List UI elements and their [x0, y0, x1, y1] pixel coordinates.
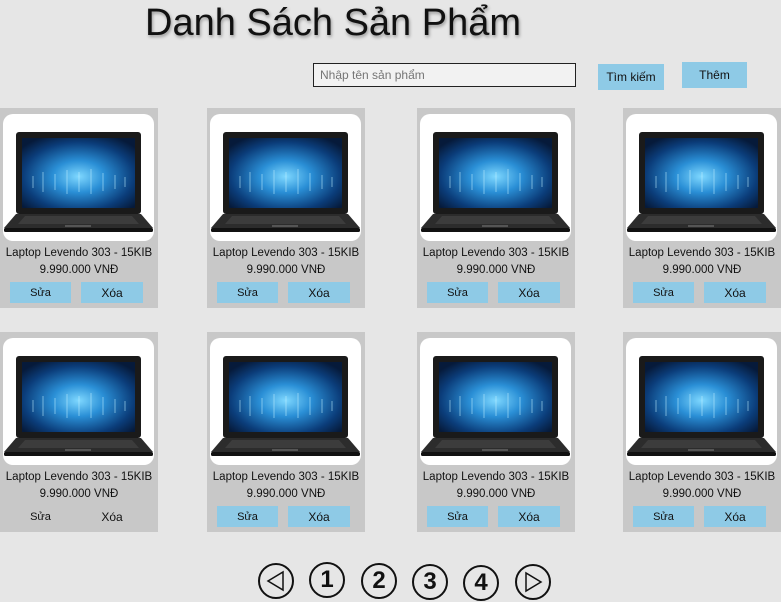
- edit-button[interactable]: Sửa: [427, 506, 488, 527]
- laptop-icon: [4, 356, 153, 456]
- product-card: Laptop Levendo 303 - 15KIB 9.990.000 VNĐ…: [623, 332, 781, 532]
- laptop-image: [420, 338, 571, 465]
- delete-button[interactable]: Xóa: [498, 282, 560, 303]
- delete-button[interactable]: Xóa: [288, 282, 350, 303]
- search-button[interactable]: Tìm kiếm: [598, 64, 664, 90]
- page-1-button[interactable]: 1: [309, 562, 345, 598]
- product-price: 9.990.000 VNĐ: [39, 264, 119, 276]
- laptop-icon: [421, 356, 570, 456]
- next-page-button[interactable]: [515, 564, 551, 600]
- edit-button[interactable]: Sửa: [427, 282, 488, 303]
- product-card: Laptop Levendo 303 - 15KIB 9.990.000 VNĐ…: [0, 332, 158, 532]
- product-price: 9.990.000 VNĐ: [246, 488, 326, 500]
- product-name: Laptop Levendo 303 - 15KIB: [422, 247, 570, 259]
- product-card: Laptop Levendo 303 - 15KIB 9.990.000 VNĐ…: [417, 332, 575, 532]
- product-price: 9.990.000 VNĐ: [456, 488, 536, 500]
- product-card: Laptop Levendo 303 - 15KIB 9.990.000 VNĐ…: [623, 108, 781, 308]
- product-price: 9.990.000 VNĐ: [662, 264, 742, 276]
- page-2-button[interactable]: 2: [361, 563, 397, 599]
- previous-page-button[interactable]: [258, 563, 294, 599]
- triangle-left-icon: [266, 570, 284, 592]
- laptop-icon: [211, 356, 360, 456]
- laptop-image: [420, 114, 571, 241]
- product-price: 9.990.000 VNĐ: [246, 264, 326, 276]
- laptop-image: [3, 114, 154, 241]
- edit-button[interactable]: Sửa: [633, 282, 694, 303]
- page-title: Danh Sách Sản Phẩm: [145, 2, 522, 44]
- edit-button[interactable]: Sửa: [10, 282, 71, 303]
- add-product-button[interactable]: Thêm: [682, 62, 747, 88]
- laptop-icon: [211, 132, 360, 232]
- delete-button[interactable]: Xóa: [288, 506, 350, 527]
- laptop-icon: [421, 132, 570, 232]
- product-price: 9.990.000 VNĐ: [456, 264, 536, 276]
- product-card: Laptop Levendo 303 - 15KIB 9.990.000 VNĐ…: [207, 108, 365, 308]
- product-name: Laptop Levendo 303 - 15KIB: [212, 247, 360, 259]
- delete-button[interactable]: Xóa: [704, 282, 766, 303]
- search-input[interactable]: [313, 63, 576, 87]
- laptop-image: [3, 338, 154, 465]
- product-name: Laptop Levendo 303 - 15KIB: [422, 471, 570, 483]
- triangle-right-icon: [525, 571, 543, 593]
- laptop-image: [210, 338, 361, 465]
- product-name: Laptop Levendo 303 - 15KIB: [5, 471, 153, 483]
- laptop-icon: [627, 356, 776, 456]
- product-price: 9.990.000 VNĐ: [39, 488, 119, 500]
- product-name: Laptop Levendo 303 - 15KIB: [212, 471, 360, 483]
- product-card: Laptop Levendo 303 - 15KIB 9.990.000 VNĐ…: [207, 332, 365, 532]
- delete-button[interactable]: Xóa: [81, 506, 143, 527]
- laptop-image: [626, 338, 777, 465]
- product-card: Laptop Levendo 303 - 15KIB 9.990.000 VNĐ…: [0, 108, 158, 308]
- edit-button[interactable]: Sửa: [633, 506, 694, 527]
- product-card: Laptop Levendo 303 - 15KIB 9.990.000 VNĐ…: [417, 108, 575, 308]
- product-name: Laptop Levendo 303 - 15KIB: [5, 247, 153, 259]
- laptop-image: [210, 114, 361, 241]
- laptop-image: [626, 114, 777, 241]
- delete-button[interactable]: Xóa: [704, 506, 766, 527]
- edit-button[interactable]: Sửa: [217, 506, 278, 527]
- laptop-icon: [627, 132, 776, 232]
- edit-button[interactable]: Sửa: [217, 282, 278, 303]
- product-name: Laptop Levendo 303 - 15KIB: [628, 247, 776, 259]
- laptop-icon: [4, 132, 153, 232]
- delete-button[interactable]: Xóa: [498, 506, 560, 527]
- delete-button[interactable]: Xóa: [81, 282, 143, 303]
- product-name: Laptop Levendo 303 - 15KIB: [628, 471, 776, 483]
- product-price: 9.990.000 VNĐ: [662, 488, 742, 500]
- page-3-button[interactable]: 3: [412, 564, 448, 600]
- edit-button[interactable]: Sửa: [10, 506, 71, 527]
- page-4-button[interactable]: 4: [463, 565, 499, 601]
